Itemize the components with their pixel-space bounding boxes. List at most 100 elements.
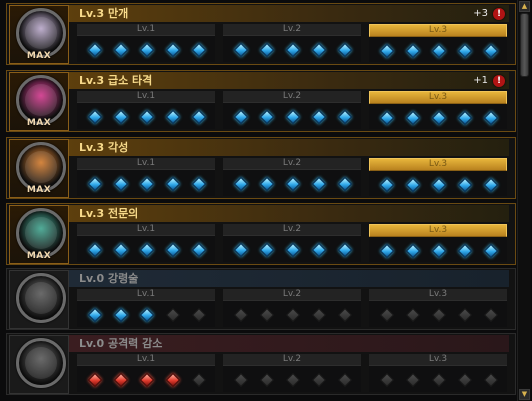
level-label: Lv.2 — [223, 24, 361, 36]
skill-title-bar: Lv.0 공격력 감소 — [69, 335, 509, 352]
empty-gem-icon — [432, 308, 444, 320]
empty-gem-icon — [260, 308, 272, 320]
empty-gem-icon — [312, 373, 324, 385]
level-label: Lv.2 — [223, 224, 361, 236]
level-label: Lv.3 — [369, 91, 507, 104]
blue-gem-icon — [338, 177, 350, 189]
empty-gem-icon — [406, 308, 418, 320]
red-gem-icon — [166, 373, 178, 385]
level-label: Lv.2 — [223, 354, 361, 366]
skill-row[interactable]: Lv.0 강령술 Lv.1 Lv.2 Lv.3 — [6, 268, 516, 330]
level-label: Lv.3 — [369, 24, 507, 37]
blue-gem-icon — [140, 110, 152, 122]
scrollbar[interactable]: ▲ ▼ — [517, 0, 531, 401]
max-label: MAX — [26, 118, 52, 128]
blue-gem-icon — [432, 44, 444, 56]
blue-gem-icon — [406, 178, 418, 190]
red-gem-icon — [140, 373, 152, 385]
empty-gem-icon — [286, 308, 298, 320]
skill-title: Lv.3 각성 — [79, 141, 129, 154]
empty-gem-icon — [458, 308, 470, 320]
max-label: MAX — [26, 51, 52, 61]
blue-gem-icon — [234, 177, 246, 189]
blue-gem-icon — [458, 244, 470, 256]
gem-slots — [223, 170, 361, 196]
level-groups: Lv.1 Lv.2 Lv.3 — [69, 24, 509, 62]
level-groups: Lv.1 Lv.2 Lv.3 — [69, 158, 509, 196]
level-group-2: Lv.2 — [223, 91, 361, 129]
skill-icon-frame: MAX — [9, 5, 69, 64]
skill-icon-frame: MAX — [9, 72, 69, 131]
skill-row[interactable]: MAX Lv.3 급소 타격 +1! Lv.1 Lv.2 Lv.3 — [6, 70, 516, 132]
blue-gem-icon — [338, 110, 350, 122]
empty-gem-icon — [338, 373, 350, 385]
max-label: MAX — [26, 251, 52, 261]
level-groups: Lv.1 Lv.2 Lv.3 — [69, 224, 509, 262]
blue-gem-icon — [114, 43, 126, 55]
empty-gem-icon — [338, 308, 350, 320]
blue-gem-icon — [88, 177, 100, 189]
level-group-1: Lv.1 — [77, 224, 215, 262]
blue-gem-icon — [458, 44, 470, 56]
empty-gem-icon — [166, 308, 178, 320]
blue-gem-icon — [406, 111, 418, 123]
level-label: Lv.1 — [77, 158, 215, 170]
skill-title: Lv.3 급소 타격 — [79, 74, 153, 87]
level-label: Lv.1 — [77, 224, 215, 236]
bonus-badge: +1! — [473, 74, 505, 87]
blue-gem-icon — [140, 177, 152, 189]
blue-gem-icon — [432, 178, 444, 190]
empty-gem-icon — [484, 373, 496, 385]
gem-slots — [369, 366, 507, 392]
skill-row[interactable]: MAX Lv.3 만개 +3! Lv.1 Lv.2 Lv.3 — [6, 3, 516, 65]
gem-slots — [223, 36, 361, 62]
empty-gem-icon — [458, 373, 470, 385]
blue-gem-icon — [166, 243, 178, 255]
skill-title-bar: Lv.0 강령술 — [69, 270, 509, 287]
empty-gem-icon — [380, 373, 392, 385]
arrow-down-icon[interactable]: ▼ — [519, 389, 530, 400]
blue-gem-icon — [458, 111, 470, 123]
blue-gem-icon — [432, 244, 444, 256]
empty-gem-icon — [192, 308, 204, 320]
bonus-count: +1 — [473, 75, 488, 86]
level-group-1: Lv.1 — [77, 354, 215, 392]
red-gem-icon — [114, 373, 126, 385]
empty-gem-icon — [286, 373, 298, 385]
level-label: Lv.2 — [223, 91, 361, 103]
level-label: Lv.3 — [369, 158, 507, 171]
blue-gem-icon — [114, 110, 126, 122]
skill-row[interactable]: Lv.0 공격력 감소 Lv.1 Lv.2 Lv.3 — [6, 333, 516, 395]
blue-gem-icon — [166, 43, 178, 55]
skill-title-bar: Lv.3 만개 +3! — [69, 5, 509, 22]
blue-gem-icon — [166, 110, 178, 122]
blue-gem-icon — [260, 110, 272, 122]
skill-title-bar: Lv.3 전문의 — [69, 205, 509, 222]
empty-gem-icon — [406, 373, 418, 385]
gem-slots — [369, 301, 507, 327]
blue-gem-icon — [192, 43, 204, 55]
skill-icon-frame: MAX — [9, 139, 69, 198]
skill-title-bar: Lv.3 급소 타격 +1! — [69, 72, 509, 89]
gem-slots — [77, 36, 215, 62]
blue-gem-icon — [140, 243, 152, 255]
skill-row[interactable]: MAX Lv.3 각성 Lv.1 Lv.2 Lv.3 — [6, 137, 516, 199]
blue-gem-icon — [114, 243, 126, 255]
gem-slots — [369, 237, 507, 263]
skill-icon-frame — [9, 270, 69, 329]
blue-gem-icon — [286, 243, 298, 255]
skill-title: Lv.3 만개 — [79, 7, 129, 20]
alert-icon[interactable]: ! — [493, 74, 505, 87]
level-groups: Lv.1 Lv.2 Lv.3 — [69, 289, 509, 327]
gem-slots — [369, 104, 507, 130]
arrow-up-icon[interactable]: ▲ — [519, 1, 530, 12]
blue-gem-icon — [286, 43, 298, 55]
blue-gem-icon — [286, 177, 298, 189]
empty-gem-icon — [192, 373, 204, 385]
level-group-1: Lv.1 — [77, 24, 215, 62]
scrollbar-thumb[interactable] — [520, 13, 529, 77]
skill-title: Lv.0 강령술 — [79, 272, 139, 285]
level-group-1: Lv.1 — [77, 91, 215, 129]
alert-icon[interactable]: ! — [493, 7, 505, 20]
skill-row[interactable]: MAX Lv.3 전문의 Lv.1 Lv.2 Lv.3 — [6, 203, 516, 265]
